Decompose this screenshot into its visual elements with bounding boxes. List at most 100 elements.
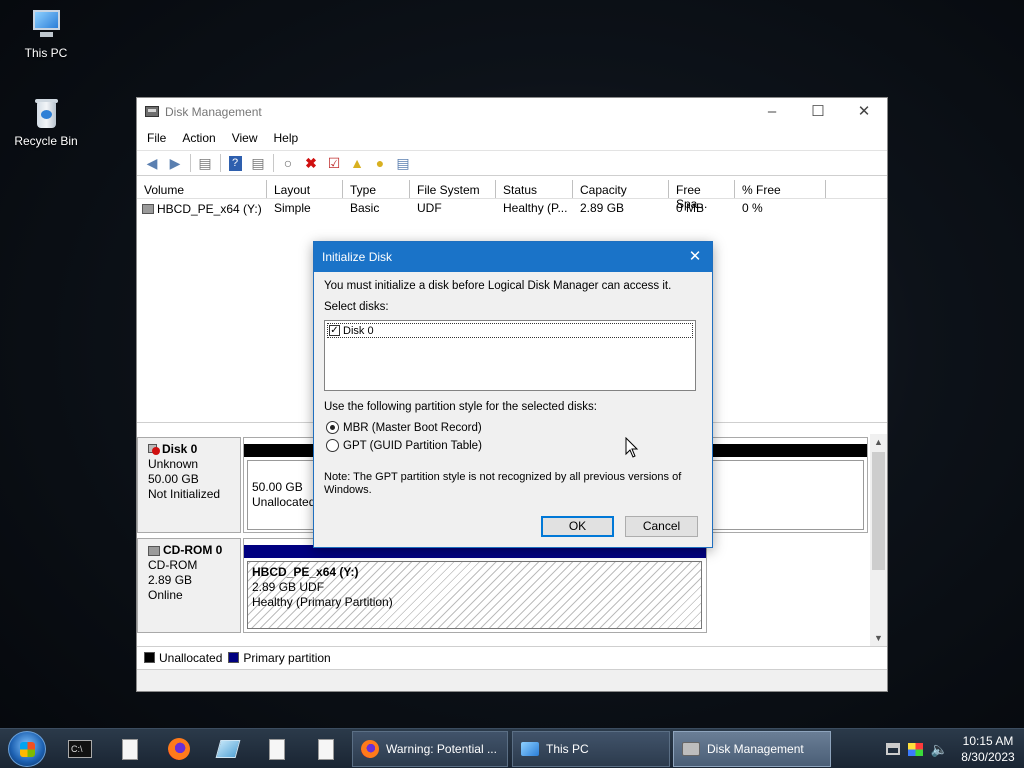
properties-icon[interactable]: ▤: [247, 153, 269, 173]
status-bar: [137, 669, 887, 691]
column-status[interactable]: Status: [496, 180, 573, 198]
network-icon[interactable]: [885, 743, 900, 755]
cdrom-0-label[interactable]: CD-ROM 0 CD-ROM 2.89 GB Online: [137, 538, 241, 633]
clock[interactable]: 10:15 AM 8/30/2023: [952, 733, 1024, 765]
menu-action[interactable]: Action: [174, 126, 223, 150]
gpt-option[interactable]: GPT (GUID Partition Table): [326, 439, 482, 452]
display-icon[interactable]: [907, 742, 923, 756]
volume-list-header: Volume Layout Type File System Status Ca…: [137, 180, 887, 211]
window-titlebar[interactable]: Disk Management – ☐ ✕: [137, 98, 887, 126]
list-view-icon[interactable]: ▤: [392, 153, 414, 173]
menu-help[interactable]: Help: [266, 126, 307, 150]
task-label: Warning: Potential ...: [386, 742, 497, 756]
gpt-note-line-1: Note: The GPT partition style is not rec…: [324, 471, 682, 483]
disk-type: CD-ROM: [148, 558, 198, 572]
volume-type: Basic: [350, 201, 380, 215]
cd-drive-icon: [142, 204, 154, 214]
recycle-bin-icon: [29, 96, 63, 130]
forward-arrow-icon[interactable]: ▶: [164, 153, 186, 173]
disk-0-label[interactable]: Disk 0 Unknown 50.00 GB Not Initialized: [137, 437, 241, 533]
task-this-pc[interactable]: This PC: [512, 731, 670, 767]
column-layout[interactable]: Layout: [267, 180, 343, 198]
minimize-button[interactable]: –: [749, 98, 795, 126]
column-file-system[interactable]: File System: [410, 180, 496, 198]
this-pc-icon: [29, 8, 63, 42]
help-icon[interactable]: ?: [224, 153, 246, 173]
task-firefox[interactable]: Warning: Potential ...: [352, 731, 508, 767]
windows-logo-icon: [20, 742, 35, 757]
menu-bar: File Action View Help: [137, 126, 887, 150]
column-percent-free[interactable]: % Free: [735, 180, 826, 198]
open-folder-icon[interactable]: ▲: [346, 153, 368, 173]
cancel-button[interactable]: Cancel: [625, 516, 698, 537]
legend-unallocated: Unallocated: [159, 650, 223, 665]
desktop-icon-label: This PC: [24, 46, 68, 60]
dialog-close-icon[interactable]: ✕: [686, 247, 704, 265]
this-pc-icon: [521, 742, 539, 756]
ok-button[interactable]: OK: [541, 516, 614, 537]
task-label: Disk Management: [707, 742, 804, 756]
volume-file-system: UDF: [417, 201, 442, 215]
menu-view[interactable]: View: [224, 126, 266, 150]
volume-status: Healthy (P...: [503, 201, 568, 215]
gpt-label: GPT (GUID Partition Table): [343, 439, 482, 452]
connect-icon[interactable]: ○: [277, 153, 299, 173]
dialog-message: You must initialize a disk before Logica…: [324, 280, 672, 292]
mbr-radio[interactable]: [326, 421, 339, 434]
menu-file[interactable]: File: [139, 126, 174, 150]
primary-partition[interactable]: HBCD_PE_x64 (Y:) 2.89 GB UDF Healthy (Pr…: [247, 561, 702, 629]
notepad-icon[interactable]: [214, 735, 242, 763]
gpt-radio[interactable]: [326, 439, 339, 452]
column-free-space[interactable]: Free Spa...: [669, 180, 735, 211]
command-prompt-icon[interactable]: C:\: [66, 735, 94, 763]
mbr-option[interactable]: MBR (Master Boot Record): [326, 421, 482, 434]
disk-error-icon: [148, 443, 160, 456]
column-capacity[interactable]: Capacity: [573, 180, 669, 198]
disk-size: 2.89 GB: [148, 573, 193, 587]
task-disk-management[interactable]: Disk Management: [673, 731, 831, 767]
maximize-button[interactable]: ☐: [795, 98, 841, 126]
dialog-titlebar[interactable]: Initialize Disk ✕: [314, 242, 712, 272]
disk-state: Not Initialized: [148, 487, 221, 501]
column-type[interactable]: Type: [343, 180, 410, 198]
scrollbar-thumb[interactable]: [872, 452, 885, 570]
document-icon[interactable]: [312, 735, 340, 763]
legend-swatch-unallocated: [144, 652, 155, 663]
check-icon[interactable]: ☑: [323, 153, 345, 173]
volume-icon[interactable]: 🔈: [931, 741, 948, 758]
gpt-note: Note: The GPT partition style is not rec…: [324, 471, 681, 497]
table-row[interactable]: HBCD_PE_x64 (Y:) Simple Basic UDF Health…: [137, 199, 887, 217]
back-arrow-icon[interactable]: ◀: [141, 153, 163, 173]
scroll-down-icon[interactable]: ▼: [870, 630, 887, 646]
legend-primary: Primary partition: [243, 650, 331, 665]
disk-checkbox[interactable]: ✓: [329, 325, 340, 336]
list-item[interactable]: ✓ Disk 0: [327, 323, 693, 338]
show-hide-tree-icon[interactable]: ▤: [194, 153, 216, 173]
document-icon[interactable]: [263, 735, 291, 763]
close-button[interactable]: ✕: [841, 98, 887, 126]
disk-size: 50.00 GB: [148, 472, 199, 486]
graph-scrollbar[interactable]: ▲ ▼: [870, 434, 887, 646]
partition-fs: 2.89 GB UDF: [252, 580, 325, 594]
initialize-disk-dialog: Initialize Disk ✕ You must initialize a …: [313, 241, 713, 548]
delete-icon[interactable]: ✖: [300, 153, 322, 173]
firefox-icon[interactable]: [165, 735, 193, 763]
scroll-up-icon[interactable]: ▲: [870, 434, 887, 450]
cd-drive-icon: [148, 545, 160, 556]
window-title: Disk Management: [165, 105, 262, 119]
start-button[interactable]: [8, 731, 46, 767]
partition-style-label: Use the following partition style for th…: [324, 401, 597, 413]
disk-listbox[interactable]: ✓ Disk 0: [324, 320, 696, 391]
disk-item-label: Disk 0: [343, 324, 374, 337]
desktop-icon-this-pc[interactable]: This PC: [6, 8, 86, 60]
desktop-icon-label: Recycle Bin: [14, 134, 78, 148]
search-icon[interactable]: ●: [369, 153, 391, 173]
dialog-title: Initialize Disk: [322, 250, 393, 264]
legend: Unallocated Primary partition: [137, 646, 887, 668]
document-icon[interactable]: [116, 735, 144, 763]
mouse-cursor-icon: [625, 437, 639, 458]
desktop-icon-recycle-bin[interactable]: Recycle Bin: [6, 96, 86, 148]
task-label: This PC: [546, 742, 589, 756]
column-volume[interactable]: Volume: [137, 180, 267, 198]
mbr-label: MBR (Master Boot Record): [343, 421, 482, 434]
